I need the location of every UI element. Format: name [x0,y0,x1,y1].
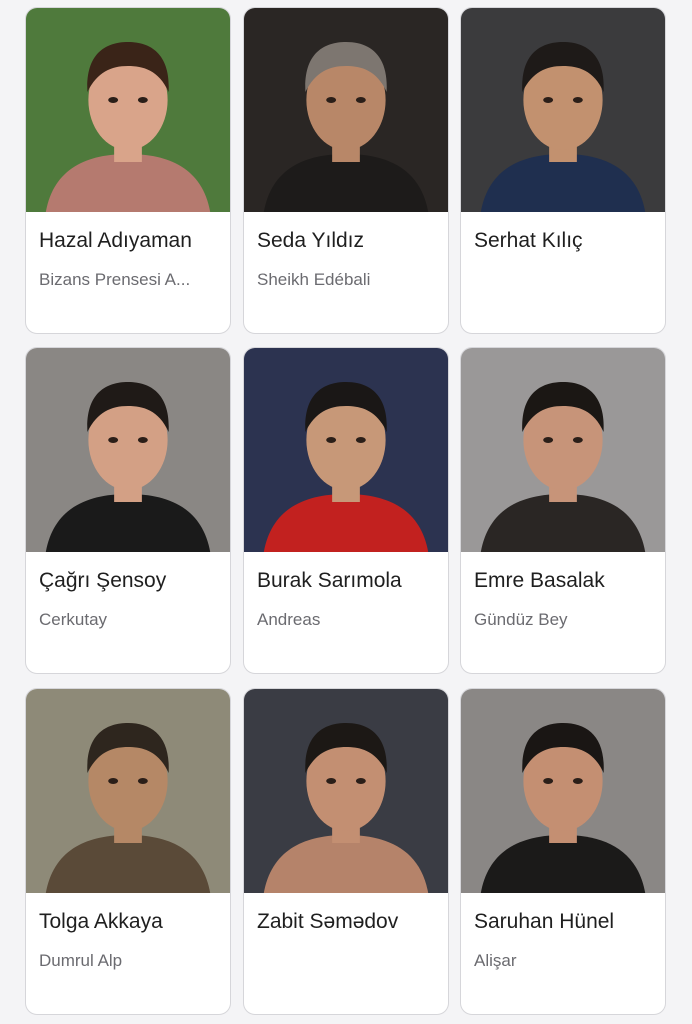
actor-name: Seda Yıldız [257,229,365,252]
portrait-icon [461,348,665,552]
character-name: Gündüz Bey [474,610,568,629]
portrait-icon [26,348,230,552]
portrait-icon [244,8,448,212]
portrait-icon [461,8,665,212]
character-name: Bizans Prensesi A... [39,270,191,289]
character-name: Cerkutay [39,610,108,629]
cast-card[interactable]: Saruhan Hünel Alişar [460,688,666,1015]
portrait-icon [26,8,230,212]
portrait-icon [26,689,230,893]
cast-card[interactable]: Serhat Kılıç [460,7,666,334]
actor-photo [244,8,448,212]
cast-card[interactable]: Çağrı Şensoy Cerkutay [25,347,231,674]
actor-photo [26,689,230,893]
actor-photo [244,689,448,893]
cast-card[interactable]: Zabit Səmədov [243,688,449,1015]
character-name: Andreas [257,610,321,629]
cast-grid: Hazal Adıyaman Bizans Prensesi A... Seda… [0,0,692,1024]
actor-name: Çağrı Şensoy [39,569,167,592]
cast-card[interactable]: Seda Yıldız Sheikh Edébali [243,7,449,334]
actor-name: Saruhan Hünel [474,910,615,933]
character-name: Alişar [474,951,517,970]
portrait-icon [244,689,448,893]
actor-photo [26,8,230,212]
character-name: Sheikh Edébali [257,270,371,289]
actor-photo [461,8,665,212]
cast-card[interactable]: Burak Sarımola Andreas [243,347,449,674]
actor-photo [461,348,665,552]
actor-photo [244,348,448,552]
actor-name: Burak Sarımola [257,569,402,592]
actor-photo [26,348,230,552]
actor-name: Hazal Adıyaman [39,229,192,252]
character-name: Dumrul Alp [39,951,123,970]
cast-card[interactable]: Emre Basalak Gündüz Bey [460,347,666,674]
cast-card[interactable]: Tolga Akkaya Dumrul Alp [25,688,231,1015]
actor-name: Zabit Səmədov [257,910,399,933]
cast-card[interactable]: Hazal Adıyaman Bizans Prensesi A... [25,7,231,334]
actor-photo [461,689,665,893]
portrait-icon [461,689,665,893]
actor-name: Tolga Akkaya [39,910,163,933]
actor-name: Emre Basalak [474,569,605,592]
portrait-icon [244,348,448,552]
actor-name: Serhat Kılıç [474,229,583,252]
